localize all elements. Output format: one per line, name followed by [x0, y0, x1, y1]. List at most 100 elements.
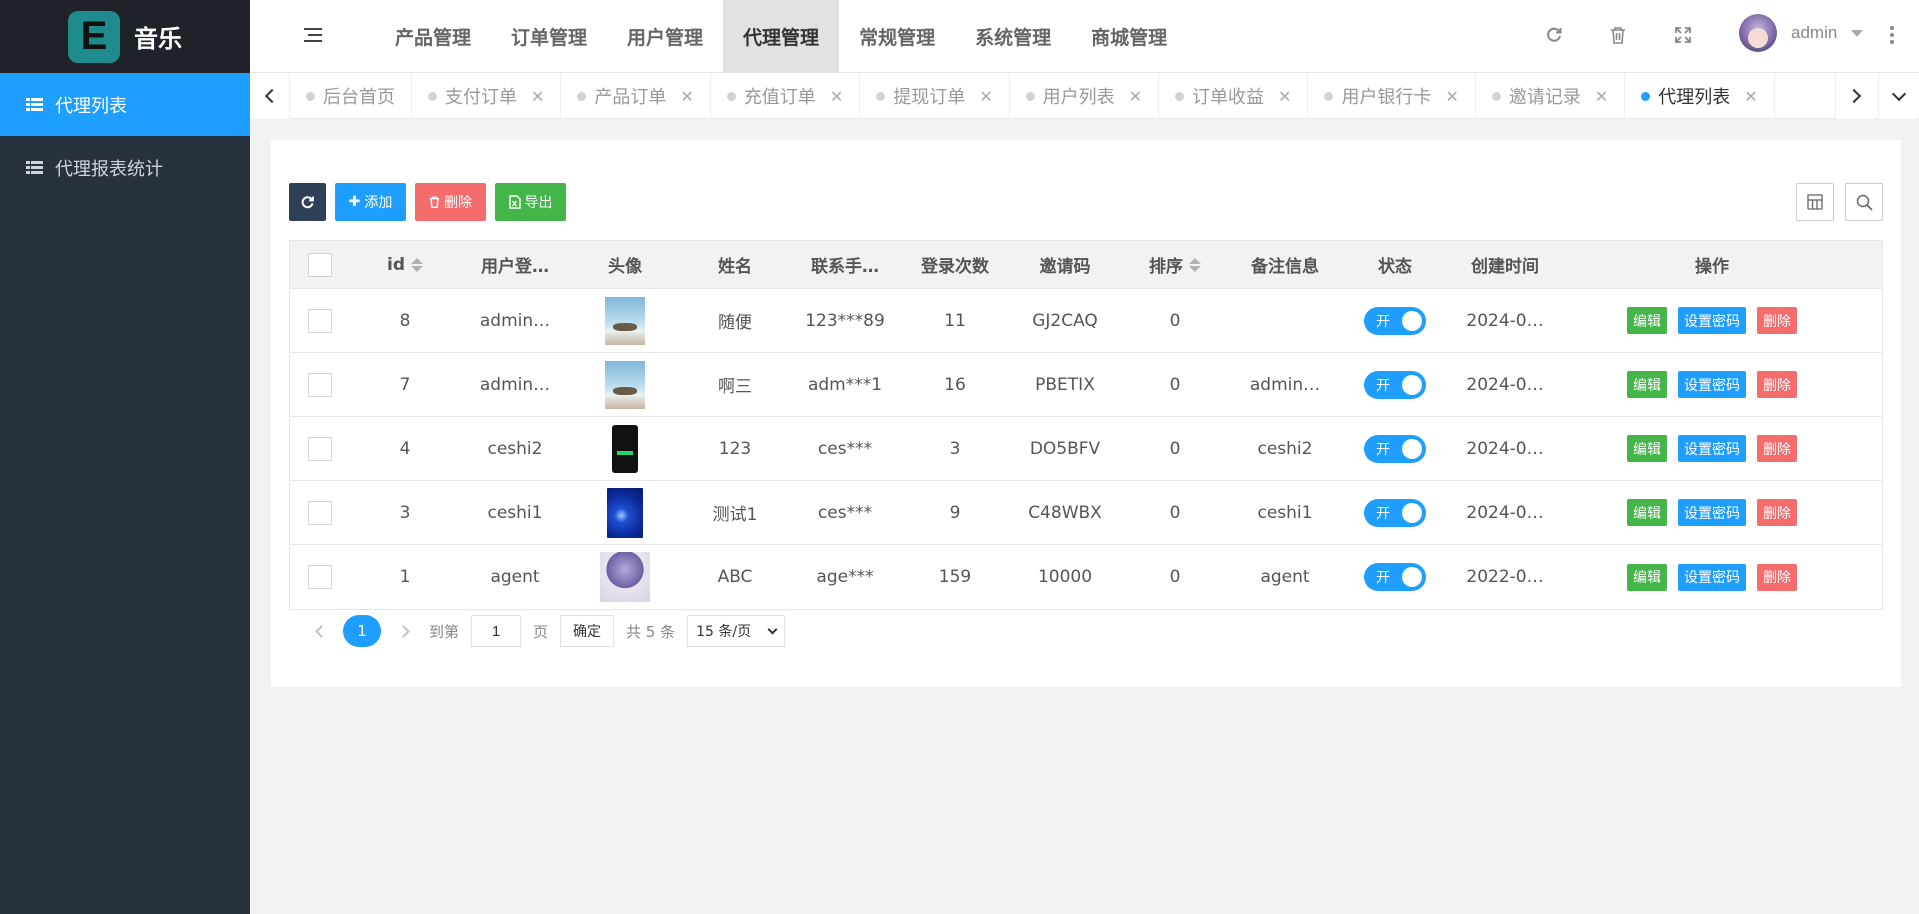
cell-id: 7 — [399, 374, 411, 395]
set-password-button[interactable]: 设置密码 — [1678, 371, 1746, 398]
close-icon[interactable]: ✕ — [531, 87, 544, 106]
page-suffix-label: 页 — [533, 622, 549, 641]
fullscreen-icon[interactable] — [1672, 24, 1694, 46]
select-all-checkbox[interactable] — [308, 252, 332, 277]
user-menu[interactable]: admin — [1739, 14, 1864, 52]
top-nav-order[interactable]: 订单管理 — [491, 0, 607, 73]
close-icon[interactable]: ✕ — [1129, 87, 1142, 106]
refresh-button[interactable] — [289, 183, 326, 221]
close-icon[interactable]: ✕ — [1595, 87, 1608, 106]
refresh-icon[interactable] — [1543, 24, 1565, 46]
set-password-button[interactable]: 设置密码 — [1678, 563, 1746, 591]
cell-sort: 0 — [1169, 502, 1181, 523]
export-button[interactable]: 导出 — [495, 183, 566, 221]
top-nav-general[interactable]: 常规管理 — [839, 0, 955, 73]
avatar-thumbnail[interactable] — [600, 552, 650, 602]
export-button-label: 导出 — [524, 195, 553, 211]
row-checkbox[interactable] — [308, 308, 332, 333]
edit-button[interactable]: 编辑 — [1627, 563, 1667, 591]
status-toggle[interactable]: 开 — [1364, 498, 1426, 527]
tab-withdraw-order[interactable]: 提现订单 ✕ — [860, 73, 1010, 119]
search-button[interactable] — [1845, 183, 1883, 221]
column-invite-code: 邀请码 — [1039, 257, 1091, 277]
cell-login-count: 9 — [949, 502, 961, 523]
prev-page-button[interactable] — [307, 619, 331, 643]
close-icon[interactable]: ✕ — [1744, 87, 1757, 106]
logo-badge: E — [68, 10, 120, 63]
column-id[interactable]: id — [350, 255, 460, 275]
next-page-button[interactable] — [393, 619, 417, 643]
menu-toggle-icon[interactable] — [304, 28, 322, 42]
cell-login-count: 16 — [944, 374, 966, 395]
add-button[interactable]: ✚ 添加 — [335, 183, 406, 221]
page-size-select[interactable]: 15 条/页 — [687, 615, 786, 647]
sort-icon[interactable] — [1189, 257, 1201, 272]
tab-pay-order[interactable]: 支付订单 ✕ — [412, 73, 562, 119]
cell-phone: age*** — [816, 567, 874, 587]
close-icon[interactable]: ✕ — [830, 87, 843, 106]
delete-row-button[interactable]: 删除 — [1757, 307, 1797, 334]
page-number-current[interactable]: 1 — [343, 615, 381, 647]
row-checkbox[interactable] — [308, 565, 332, 589]
cell-invite-code: DO5BFV — [1029, 438, 1101, 459]
trash-icon[interactable] — [1607, 24, 1629, 46]
tab-home[interactable]: 后台首页 — [290, 73, 412, 119]
close-icon[interactable]: ✕ — [1445, 87, 1458, 106]
tab-user-list[interactable]: 用户列表 ✕ — [1010, 73, 1160, 119]
set-password-button[interactable]: 设置密码 — [1678, 499, 1746, 526]
sidebar-item-agent-list[interactable]: 代理列表 — [0, 73, 250, 136]
tab-agent-list[interactable]: 代理列表 ✕ — [1625, 73, 1775, 119]
delete-row-button[interactable]: 删除 — [1757, 371, 1797, 398]
avatar-thumbnail[interactable] — [612, 424, 638, 473]
avatar-thumbnail[interactable] — [605, 296, 645, 345]
top-nav-product[interactable]: 产品管理 — [375, 0, 491, 73]
delete-row-button[interactable]: 删除 — [1757, 499, 1797, 526]
row-checkbox[interactable] — [308, 372, 332, 397]
more-vertical-icon[interactable] — [1889, 26, 1895, 44]
avatar-thumbnail[interactable] — [605, 360, 645, 409]
avatar-thumbnail[interactable] — [607, 487, 643, 538]
top-nav-user[interactable]: 用户管理 — [607, 0, 723, 73]
status-toggle[interactable]: 开 — [1364, 370, 1426, 399]
cell-login-count: 3 — [949, 438, 961, 459]
tabs-scroll-right[interactable] — [1835, 73, 1875, 119]
tab-recharge-order[interactable]: 充值订单 ✕ — [711, 73, 861, 119]
tabs-menu[interactable] — [1878, 73, 1918, 119]
edit-button[interactable]: 编辑 — [1627, 307, 1667, 334]
sidebar-item-agent-report[interactable]: 代理报表统计 — [0, 136, 250, 199]
top-nav-mall[interactable]: 商城管理 — [1071, 0, 1187, 73]
cell-note: agent — [1260, 567, 1310, 587]
status-toggle[interactable]: 开 — [1364, 563, 1426, 591]
row-checkbox[interactable] — [308, 436, 332, 461]
goto-page-input[interactable] — [471, 615, 522, 647]
tab-label: 邀请记录 — [1508, 87, 1581, 108]
edit-button[interactable]: 编辑 — [1627, 371, 1667, 398]
delete-row-button[interactable]: 删除 — [1757, 563, 1797, 591]
column-filter-button[interactable] — [1796, 183, 1834, 221]
set-password-button[interactable]: 设置密码 — [1678, 435, 1746, 462]
edit-button[interactable]: 编辑 — [1627, 435, 1667, 462]
confirm-page-button[interactable]: 确定 — [560, 615, 615, 647]
tab-dot — [1491, 91, 1501, 101]
top-nav-agent[interactable]: 代理管理 — [723, 0, 840, 73]
tab-product-order[interactable]: 产品订单 ✕ — [561, 73, 711, 119]
row-checkbox[interactable] — [308, 500, 332, 525]
delete-row-button[interactable]: 删除 — [1757, 435, 1797, 462]
close-icon[interactable]: ✕ — [979, 87, 992, 106]
column-username: 用户登… — [481, 257, 549, 277]
tab-invite-record[interactable]: 邀请记录 ✕ — [1476, 73, 1626, 119]
close-icon[interactable]: ✕ — [1278, 87, 1291, 106]
tab-user-bank-card[interactable]: 用户银行卡 ✕ — [1308, 73, 1476, 119]
logo[interactable]: E 音乐 — [0, 0, 250, 73]
delete-button[interactable]: 删除 — [415, 183, 486, 221]
close-icon[interactable]: ✕ — [680, 87, 693, 106]
set-password-button[interactable]: 设置密码 — [1678, 307, 1746, 334]
sort-icon[interactable] — [411, 257, 423, 272]
tab-order-income[interactable]: 订单收益 ✕ — [1159, 73, 1309, 119]
tabs-scroll-left[interactable] — [250, 73, 290, 119]
status-toggle[interactable]: 开 — [1364, 306, 1426, 335]
column-sort[interactable]: 排序 — [1120, 252, 1230, 277]
status-toggle[interactable]: 开 — [1364, 434, 1426, 463]
top-nav-system[interactable]: 系统管理 — [955, 0, 1071, 73]
edit-button[interactable]: 编辑 — [1627, 499, 1667, 526]
